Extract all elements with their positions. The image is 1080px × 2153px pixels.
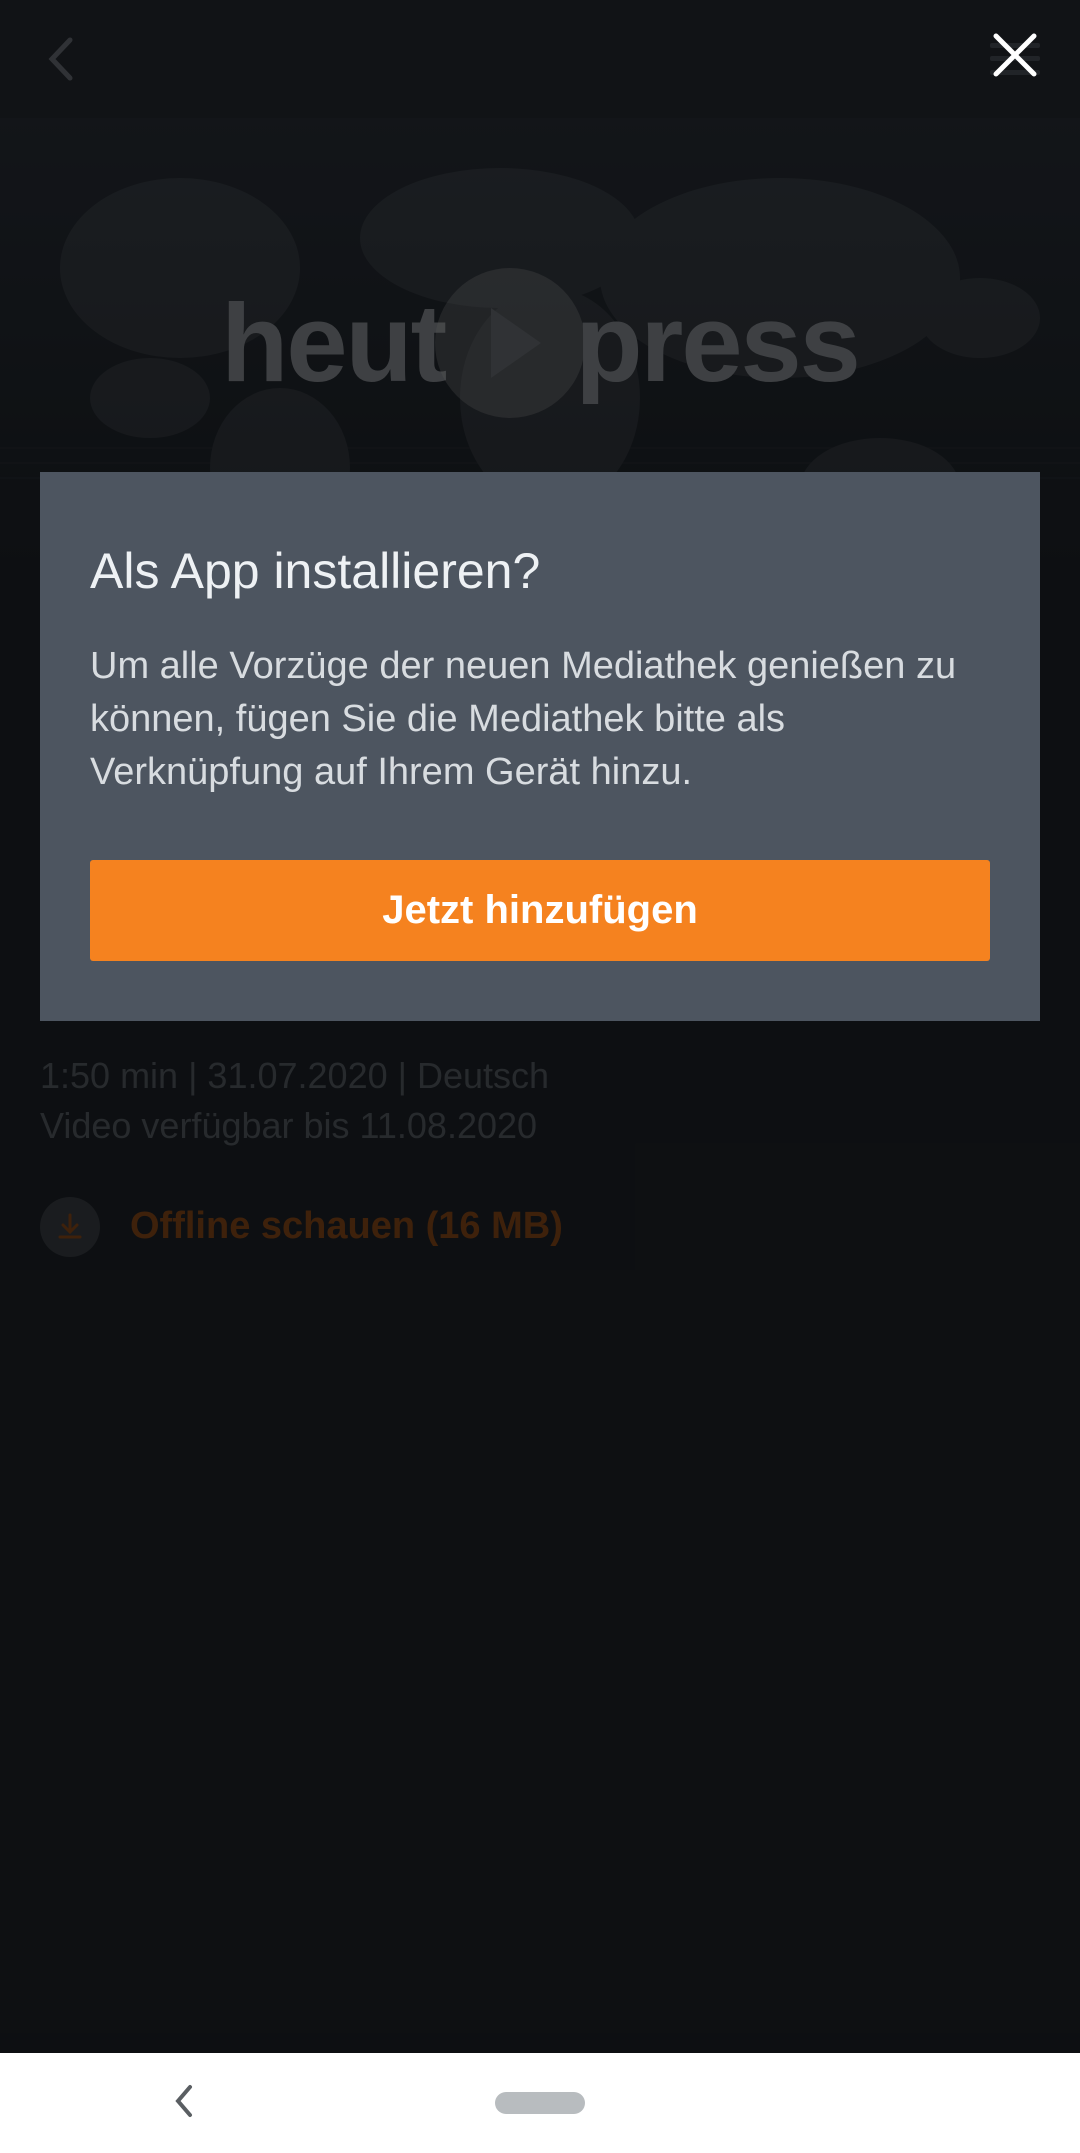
modal-body: Um alle Vorzüge der neuen Mediathek geni…: [90, 640, 990, 800]
install-app-modal: Als App installieren? Um alle Vorzüge de…: [40, 472, 1040, 1021]
system-home-pill[interactable]: [495, 2092, 585, 2114]
system-back-button[interactable]: [170, 2081, 196, 2126]
chevron-left-icon: [170, 2081, 196, 2121]
system-nav-bar: [0, 2053, 1080, 2153]
close-icon: [990, 30, 1040, 80]
add-now-button[interactable]: Jetzt hinzufügen: [90, 860, 990, 961]
modal-title: Als App installieren?: [90, 542, 990, 600]
modal-backdrop[interactable]: [0, 0, 1080, 2153]
close-button[interactable]: [990, 30, 1040, 80]
